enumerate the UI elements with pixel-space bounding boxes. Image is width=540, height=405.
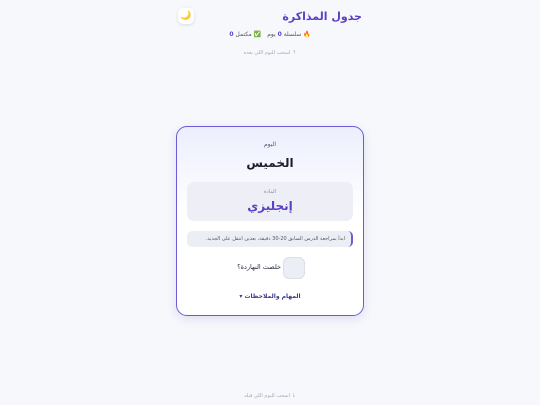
done-question: خلصت النهاردة؟ xyxy=(237,263,281,271)
subject-label: المادة xyxy=(263,189,277,195)
streak-stat: 🔥 سلسلة 0 يوم xyxy=(267,31,311,41)
day-name: الخميس xyxy=(246,156,294,170)
subject-name: إنجليزي xyxy=(247,199,293,213)
streak-label: سلسلة xyxy=(283,31,302,38)
page-title: جدول المذاكرة xyxy=(282,10,362,23)
study-tip: ابدأ بمراجعة الدرس السابق 20-30 دقيقة، ب… xyxy=(187,231,353,247)
streak-value: 0 xyxy=(277,31,282,38)
moon-icon[interactable]: 🌙 xyxy=(178,8,194,24)
day-label: اليوم xyxy=(263,141,277,148)
swipe-hint-prev: ↓ اسحب لليوم اللي قبله xyxy=(244,393,296,399)
completed-value: 0 xyxy=(229,31,234,38)
day-card[interactable]: اليوم الخميس المادة إنجليزي ابدأ بمراجعة… xyxy=(176,126,364,316)
swipe-hint-next: ↑ اسحب لليوم اللي بعده xyxy=(243,50,297,56)
notes-toggle[interactable]: المهام والملاحظات ▾ xyxy=(177,293,363,300)
subject-box: المادة إنجليزي xyxy=(187,182,353,221)
done-checkbox[interactable] xyxy=(283,257,305,279)
stats-bar: 🔥 سلسلة 0 يوم ✅ مكتمل 0 xyxy=(228,31,312,41)
fire-icon: 🔥 xyxy=(303,31,311,38)
check-icon: ✅ xyxy=(253,31,262,38)
completed-stat: ✅ مكتمل 0 xyxy=(229,31,261,41)
completed-label: مكتمل xyxy=(235,31,252,38)
done-row: خلصت النهاردة؟ xyxy=(231,257,311,279)
streak-unit: يوم xyxy=(267,31,276,38)
